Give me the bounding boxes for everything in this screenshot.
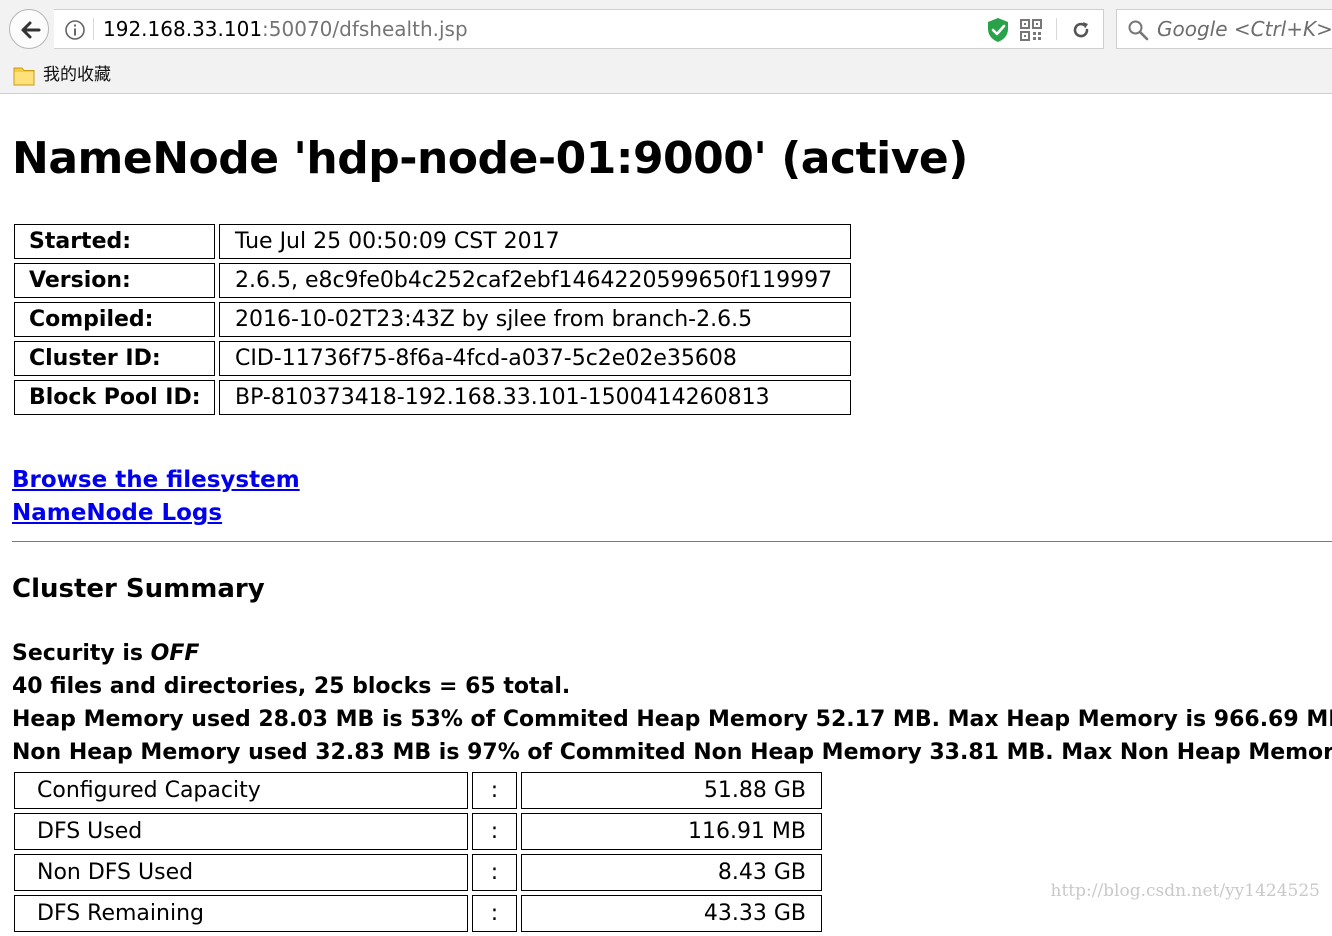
url-text[interactable]: 192.168.33.101:50070/dfshealth.jsp: [103, 17, 468, 41]
back-arrow-icon: [21, 21, 41, 39]
table-row: Compiled: 2016-10-02T23:43Z by sjlee fro…: [14, 302, 851, 337]
namenode-logs-link[interactable]: NameNode Logs: [12, 497, 300, 530]
security-prefix: Security is: [12, 641, 151, 666]
url-path: :50070/dfshealth.jsp: [262, 17, 468, 41]
info-key: Cluster ID:: [14, 341, 215, 376]
info-value: 2.6.5, e8c9fe0b4c252caf2ebf1464220599650…: [219, 263, 851, 298]
info-key: Version:: [14, 263, 215, 298]
info-value: 2016-10-02T23:43Z by sjlee from branch-2…: [219, 302, 851, 337]
url-separator: [93, 18, 94, 40]
capacity-name: Configured Capacity: [14, 772, 468, 809]
security-status: Security is OFF: [12, 637, 1332, 670]
table-row: DFS Used : 116.91 MB: [14, 813, 822, 850]
info-value: Tue Jul 25 00:50:09 CST 2017: [219, 224, 851, 259]
info-value: BP-810373418-192.168.33.101-150041426081…: [219, 380, 851, 415]
qr-code-icon[interactable]: [1020, 19, 1042, 41]
info-icon[interactable]: [64, 19, 86, 41]
capacity-separator: :: [472, 813, 517, 850]
watermark: http://blog.csdn.net/yy1424525: [1050, 881, 1321, 901]
table-row: DFS Remaining : 43.33 GB: [14, 895, 822, 932]
bookmark-folder-label[interactable]: 我的收藏: [43, 64, 111, 86]
table-row: Version: 2.6.5, e8c9fe0b4c252caf2ebf1464…: [14, 263, 851, 298]
browser-toolbar: 192.168.33.101:50070/dfshealth.jsp Googl…: [0, 0, 1332, 58]
nav-links: Browse the filesystem NameNode Logs: [12, 464, 300, 530]
url-separator-right: [1056, 18, 1057, 40]
capacity-value: 116.91 MB: [521, 813, 822, 850]
reload-icon[interactable]: [1070, 19, 1092, 41]
info-key: Compiled:: [14, 302, 215, 337]
horizontal-rule: [12, 541, 1332, 542]
info-value: CID-11736f75-8f6a-4fcd-a037-5c2e02e35608: [219, 341, 851, 376]
browse-filesystem-link[interactable]: Browse the filesystem: [12, 464, 300, 497]
capacity-separator: :: [472, 772, 517, 809]
files-summary: 40 files and directories, 25 blocks = 65…: [12, 674, 571, 699]
nonheap-memory-summary: Non Heap Memory used 32.83 MB is 97% of …: [12, 740, 1332, 765]
info-key: Block Pool ID:: [14, 380, 215, 415]
bookmarks-bar: 我的收藏: [0, 58, 1332, 94]
capacity-name: DFS Remaining: [14, 895, 468, 932]
url-host: 192.168.33.101: [103, 17, 263, 41]
shield-icon[interactable]: [986, 17, 1010, 43]
table-row: Configured Capacity : 51.88 GB: [14, 772, 822, 809]
capacity-separator: :: [472, 895, 517, 932]
back-button[interactable]: [9, 9, 49, 49]
search-bar[interactable]: Google <Ctrl+K>: [1116, 9, 1332, 49]
search-icon: [1128, 20, 1149, 41]
heap-memory-summary: Heap Memory used 28.03 MB is 53% of Comm…: [12, 707, 1332, 732]
capacity-value: 51.88 GB: [521, 772, 822, 809]
section-title: Cluster Summary: [12, 574, 265, 604]
capacity-name: Non DFS Used: [14, 854, 468, 891]
table-row: Cluster ID: CID-11736f75-8f6a-4fcd-a037-…: [14, 341, 851, 376]
table-row: Started: Tue Jul 25 00:50:09 CST 2017: [14, 224, 851, 259]
table-row: Non DFS Used : 8.43 GB: [14, 854, 822, 891]
namenode-info-table: Started: Tue Jul 25 00:50:09 CST 2017 Ve…: [10, 220, 855, 419]
search-placeholder: Google <Ctrl+K>: [1157, 17, 1332, 41]
cluster-summary: Security is OFF 40 files and directories…: [12, 637, 1332, 769]
info-key: Started:: [14, 224, 215, 259]
folder-icon[interactable]: [13, 65, 37, 87]
capacity-value: 43.33 GB: [521, 895, 822, 932]
capacity-name: DFS Used: [14, 813, 468, 850]
address-bar[interactable]: 192.168.33.101:50070/dfshealth.jsp: [54, 9, 1104, 49]
page-title: NameNode 'hdp-node-01:9000' (active): [12, 133, 968, 184]
capacity-value: 8.43 GB: [521, 854, 822, 891]
table-row: Block Pool ID: BP-810373418-192.168.33.1…: [14, 380, 851, 415]
capacity-separator: :: [472, 854, 517, 891]
security-state: OFF: [150, 641, 200, 666]
